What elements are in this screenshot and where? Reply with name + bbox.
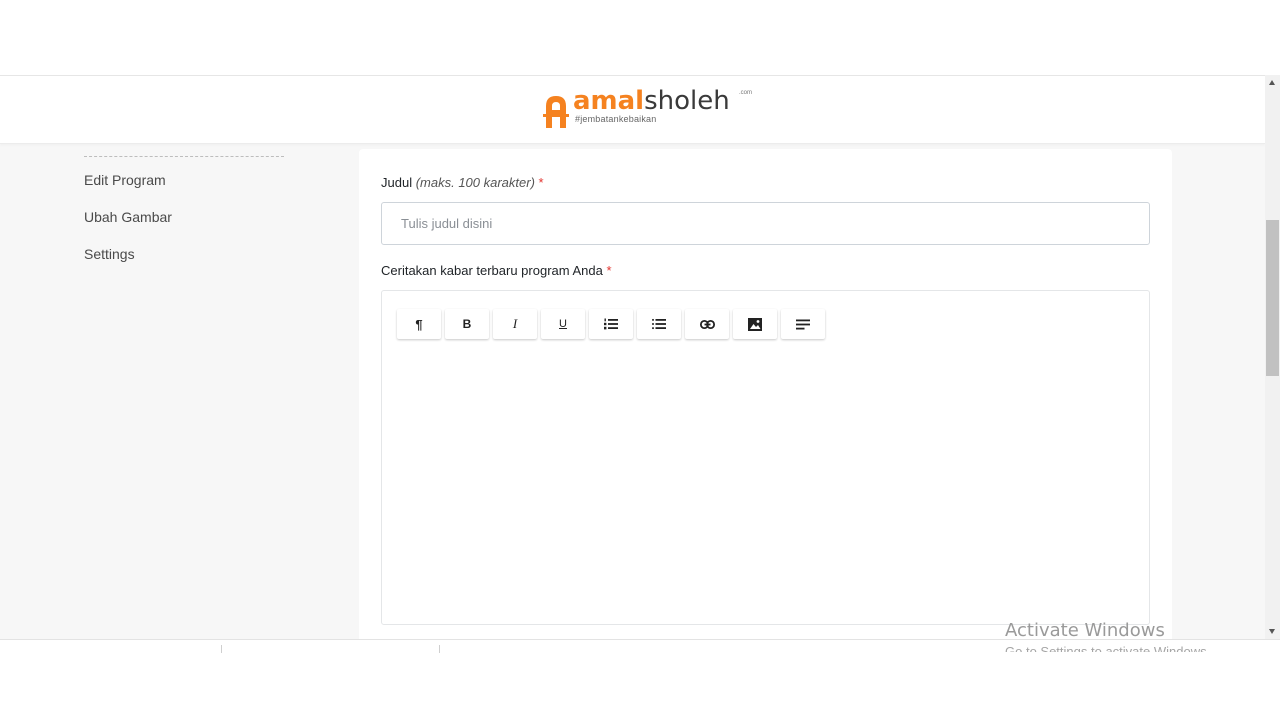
title-input[interactable] [381,202,1150,245]
image-icon [748,317,762,331]
rich-text-editor[interactable]: ¶ B I U [381,290,1150,625]
site-header: amalsholeh .com #jembatankebaikan [0,76,1265,144]
title-hint: (maks. 100 karakter) [415,175,535,190]
scroll-down-icon[interactable] [1269,629,1275,634]
logo-text-sholeh: sholeh [644,86,730,116]
ordered-list-button[interactable] [589,309,633,339]
italic-icon: I [512,316,518,331]
image-button[interactable] [733,309,777,339]
required-mark: * [606,263,612,278]
bold-button[interactable]: B [445,309,489,339]
link-button[interactable] [685,309,729,339]
sidebar-menu: Edit Program Ubah Gambar Settings [84,156,284,282]
align-icon [796,319,810,329]
underline-button[interactable]: U [541,309,585,339]
page-viewport: amalsholeh .com #jembatankebaikan Edit P… [0,75,1265,639]
bullet-list-icon [652,318,666,330]
logo-com: .com [739,90,753,96]
italic-button[interactable]: I [493,309,537,339]
story-label-text: Ceritakan kabar terbaru program Anda [381,263,603,278]
link-icon [699,319,715,329]
paragraph-icon: ¶ [415,316,423,332]
sidebar-item-edit-program[interactable]: Edit Program [84,171,284,208]
divider-tick [439,645,440,653]
bullet-list-button[interactable] [637,309,681,339]
logo-mark-icon [543,96,569,128]
sidebar-item-settings[interactable]: Settings [84,245,284,282]
editor-toolbar: ¶ B I U [397,309,825,339]
divider-tick [221,645,222,653]
underline-icon: U [559,318,567,330]
required-mark: * [538,175,544,190]
sidebar-divider [84,156,284,157]
top-blank-area [0,0,1280,75]
sidebar-item-ubah-gambar[interactable]: Ubah Gambar [84,208,284,245]
title-label-text: Judul [381,175,413,190]
paragraph-button[interactable]: ¶ [397,309,441,339]
bold-icon: B [462,317,472,331]
story-label: Ceritakan kabar terbaru program Anda * [381,263,612,278]
ordered-list-icon [604,318,618,330]
scrollbar-thumb[interactable] [1266,220,1279,376]
scroll-up-icon[interactable] [1269,80,1275,85]
windows-activation-watermark: Activate Windows Go to Settings to activ… [1005,620,1210,652]
watermark-title: Activate Windows [1005,620,1165,641]
site-logo[interactable]: amalsholeh .com #jembatankebaikan [543,86,752,132]
vertical-scrollbar[interactable] [1265,75,1280,639]
logo-tagline: #jembatankebaikan [575,114,657,124]
align-button[interactable] [781,309,825,339]
watermark-subtitle: Go to Settings to activate Windows. [1005,644,1211,652]
form-card: Judul (maks. 100 karakter) * Ceritakan k… [359,149,1172,639]
title-label: Judul (maks. 100 karakter) * [381,175,544,190]
logo-text-amal: amal [573,86,645,116]
